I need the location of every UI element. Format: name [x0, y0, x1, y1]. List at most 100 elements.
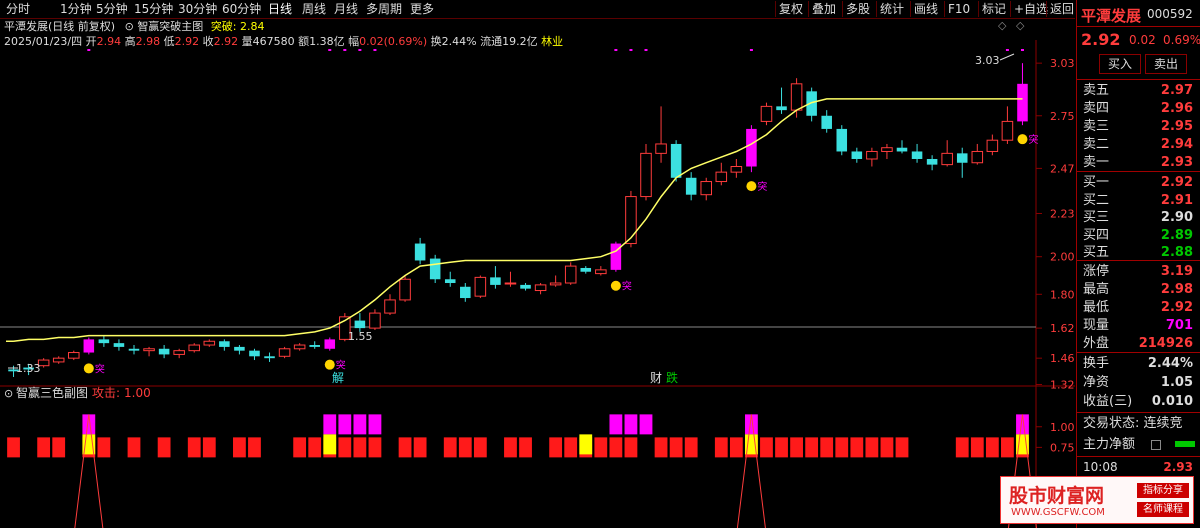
main-flow-bar: [1175, 441, 1195, 447]
event-die-label: 跌: [666, 370, 678, 385]
bid-label: 买二: [1083, 192, 1110, 208]
sub-red-block: [127, 437, 141, 458]
stat-label: 外盘: [1083, 336, 1110, 351]
sub-red-block: [473, 437, 487, 458]
main-flow-toggle-icon[interactable]: [1151, 440, 1161, 450]
sub-yellow-block: [579, 434, 593, 455]
sub-red-block: [458, 437, 472, 458]
sub-red-block: [865, 437, 879, 458]
sub-red-block: [202, 437, 216, 458]
sub-red-block: [504, 437, 517, 458]
sub-red-block: [805, 437, 819, 458]
stat-row: 最低 2.92: [1083, 298, 1197, 317]
event-jie-label: 解: [332, 371, 344, 385]
ask-label: 卖二: [1083, 137, 1110, 152]
sub-attack-block: [323, 414, 337, 435]
max-price-arrow: [999, 53, 1015, 61]
ask-row: 卖三 2.95: [1083, 117, 1197, 136]
candle-body: [1001, 120, 1014, 141]
ask-row: 卖四 2.96: [1083, 99, 1197, 118]
breakout-label: 突: [622, 280, 632, 293]
bid-row: 买三 2.90: [1083, 208, 1197, 227]
sub-attack-block: [368, 414, 382, 435]
candle-body: [730, 166, 743, 173]
breakout-label: 突: [336, 359, 346, 372]
sub-red-block: [187, 437, 201, 458]
stat-value: 214926: [1138, 336, 1193, 351]
bid-label: 买三: [1083, 210, 1110, 225]
candle-body: [851, 151, 863, 159]
candle-body: [460, 286, 471, 299]
main-flow-row[interactable]: 主力净额: [1083, 435, 1197, 454]
stat-value: 3.19: [1160, 264, 1193, 279]
candle-body: [504, 282, 517, 285]
candle-body: [324, 339, 336, 349]
candle-body: [188, 344, 201, 352]
watermark-url: WWW.GSCFW.COM: [1011, 507, 1105, 518]
buy-button[interactable]: 买入: [1099, 54, 1141, 74]
chart-settings-icon[interactable]: ◇: [998, 19, 1007, 32]
sell-button[interactable]: 卖出: [1145, 54, 1187, 74]
bid-value: 2.89: [1160, 227, 1193, 243]
candle-body: [806, 91, 817, 116]
chart-maximize-icon[interactable]: ◇: [1016, 19, 1025, 32]
breakout-coin-icon: [746, 181, 757, 192]
kline-chart[interactable]: 突突突突突 3.032.752.472.232.001.801.621.461.…: [0, 0, 1076, 528]
current-price: 2.92: [1081, 30, 1121, 49]
ask-row: 卖一 2.93: [1083, 153, 1197, 172]
y-tick-label: 1.80: [1050, 288, 1075, 301]
stat2-row: 收益(三) 0.010: [1083, 392, 1197, 411]
candle-body: [564, 265, 577, 284]
sub-indicator-name[interactable]: 智赢三色副图: [16, 385, 88, 400]
bid-row: 买二 2.91: [1083, 191, 1197, 210]
sub-red-block: [850, 437, 864, 458]
sub-axis: 1.00 0.75: [1036, 421, 1075, 454]
candle-body: [1017, 83, 1028, 122]
sub-indicator-toggle-icon[interactable]: ⊙: [4, 387, 13, 400]
candle-body: [444, 279, 456, 284]
signal-marks: 突突突突突: [8, 49, 1038, 375]
candle-body: [474, 276, 487, 297]
tick-price: 2.93: [1163, 460, 1193, 474]
sub-red-block: [248, 437, 261, 458]
candle-body: [670, 143, 682, 178]
candle-body: [158, 348, 170, 355]
sub-attack-block: [338, 414, 352, 435]
sub-attack-block: [639, 414, 653, 435]
candle-body: [580, 267, 592, 272]
ask-value: 2.96: [1160, 101, 1193, 116]
price-change-pct: 0.69%: [1163, 33, 1200, 47]
sub-red-block: [654, 437, 668, 458]
sub-red-block: [760, 437, 773, 458]
bid-row: 买一 2.92: [1083, 173, 1197, 192]
stat2-label: 净资: [1083, 375, 1110, 390]
candle-body: [98, 339, 110, 344]
sub-attack-label: 攻击:: [92, 386, 120, 400]
sub-red-block: [970, 437, 984, 458]
stat2-row: 换手 2.44%: [1083, 354, 1197, 373]
sub-red-block: [729, 437, 743, 458]
candle-body: [234, 346, 245, 351]
breakout-label: 突: [757, 180, 767, 193]
stat2-label: 收益(三): [1083, 394, 1133, 409]
sub-red-block: [368, 437, 382, 458]
watermark-badge-course: 名师课程: [1137, 502, 1189, 517]
stock-name: 平潭发展: [1081, 7, 1142, 25]
sub-red-block: [820, 437, 834, 458]
signal-dot: [644, 49, 648, 51]
candle-body: [309, 345, 320, 347]
sub-red-block: [293, 437, 307, 458]
bid-label: 买一: [1083, 175, 1110, 190]
sub-red-block: [549, 437, 563, 458]
ask-row: 卖二 2.94: [1083, 135, 1197, 154]
breakout-coin-icon: [1017, 134, 1028, 145]
signal-dot: [343, 49, 347, 51]
candle-body: [685, 177, 697, 195]
candle-body: [655, 143, 667, 154]
sub-red-block: [233, 437, 246, 458]
signal-dot: [87, 49, 91, 51]
max-price-label: 3.03: [975, 54, 1000, 67]
stat2-value: 1.05: [1160, 375, 1193, 390]
sub-red-block: [985, 437, 999, 458]
sub-red-block: [714, 437, 728, 458]
